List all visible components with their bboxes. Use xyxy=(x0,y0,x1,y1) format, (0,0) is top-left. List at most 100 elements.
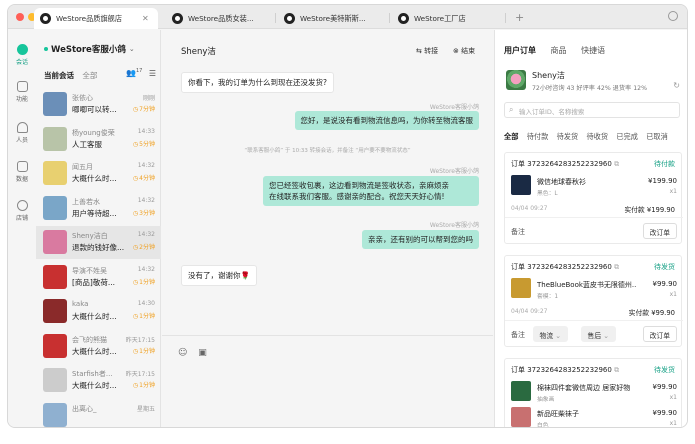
order-tab-pending-payment[interactable]: 待付款 xyxy=(527,132,549,141)
conversation-item[interactable]: 张依心唧唧可以转... 刚刚 7分钟 xyxy=(36,88,161,121)
conversation-item[interactable]: 上善若水用户等待超... 14:32 3分钟 xyxy=(36,192,161,225)
chevron-down-icon: ⌄ xyxy=(555,332,561,340)
order-note-link[interactable]: 备注 xyxy=(511,227,525,237)
order-actions: 备注 改订单 xyxy=(511,223,677,239)
tab-products[interactable]: 商品 xyxy=(551,46,567,55)
avatar xyxy=(43,126,67,151)
after-sales-dropdown[interactable]: 售后 ⌄ xyxy=(580,326,616,342)
tab-store-3[interactable]: WeStore美特斯斯... xyxy=(278,8,388,29)
new-tab-icon[interactable]: + xyxy=(515,11,524,24)
message-time: 14:32 xyxy=(137,162,155,169)
tab-user-orders[interactable]: 用户订单 xyxy=(504,46,536,55)
order-tab-pending-shipment[interactable]: 待发货 xyxy=(557,132,579,141)
tab-store-1[interactable]: WeStore品质旗舰店 ✕ xyxy=(34,8,158,29)
edit-order-button[interactable]: 改订单 xyxy=(642,326,677,342)
contact-name: Sheny洁白 xyxy=(72,232,108,240)
avatar xyxy=(43,230,67,254)
contact-name: 张依心 xyxy=(72,94,93,102)
tab-current-conversations[interactable]: 当前会话 xyxy=(44,71,74,80)
tab-quick-replies[interactable]: 快捷语 xyxy=(581,46,605,55)
chat-panel: Sheny洁 ⇆ 转接 ⊗ 结束 你看下，我的订单为什么到现在还没发货? WeS… xyxy=(162,30,493,427)
conversation-item[interactable]: 出离心_ 星期五 xyxy=(36,399,161,428)
wait-time: 4分钟 xyxy=(133,173,155,182)
transfer-button[interactable]: ⇆ 转接 xyxy=(416,46,438,56)
logistics-dropdown[interactable]: 物流 ⌄ xyxy=(532,326,568,342)
conversation-item[interactable]: Starfish者... 大概什么时... 昨天17:15 1分钟 xyxy=(36,364,161,397)
image-icon[interactable]: ▣ xyxy=(198,348,207,358)
wait-time: 1分钟 xyxy=(133,380,155,389)
close-window-button[interactable] xyxy=(16,13,24,21)
tab-bar: WeStore品质旗舰店 ✕ WeStore品质女装... WeStore美特斯… xyxy=(8,5,687,29)
store-logo-icon xyxy=(172,13,183,24)
nav-item-people[interactable]: 人员 xyxy=(8,122,36,144)
conversation-list: WeStore客服小鸽 ⌄ 当前会话 全部 👥17 ☰ 张依心 唧唧可以转... 刚… xyxy=(36,30,161,428)
tab-store-2[interactable]: WeStore品质女装... xyxy=(166,8,274,29)
order-tab-cancelled[interactable]: 已取消 xyxy=(646,132,668,141)
order-card: 订单 3723264283252232960 ⧉ 待发货 棉袜四件套微信周边 居… xyxy=(504,358,682,427)
order-date: 04/04 09:27 xyxy=(511,308,548,315)
nav-item-chat[interactable]: 会话 xyxy=(8,44,36,66)
order-status: 待发货 xyxy=(654,263,675,271)
order-paid-amount: 实付款 ¥199.90 xyxy=(624,206,675,214)
order-note-link[interactable]: 备注 xyxy=(511,330,525,340)
customer-stats: 72小时咨询 43 好评率 42% 退货率 12% xyxy=(532,85,647,92)
chat-header: Sheny洁 ⇆ 转接 ⊗ 结束 xyxy=(162,30,493,64)
avatar xyxy=(43,92,67,116)
order-tab-all[interactable]: 全部 xyxy=(504,132,518,141)
wait-time: 3分钟 xyxy=(133,208,155,217)
copy-icon[interactable]: ⧉ xyxy=(614,263,619,271)
account-switcher[interactable]: WeStore客服小鸽 ⌄ xyxy=(44,43,135,55)
order-search-input[interactable]: 输入订单ID、名称搜索 xyxy=(504,102,680,118)
wait-time: 1分钟 xyxy=(133,311,155,320)
conversation-item[interactable]: 闻五月大概什么时... 14:32 4分钟 xyxy=(36,157,161,190)
copy-icon[interactable]: ⧉ xyxy=(614,160,619,168)
message-time: 昨天17:15 xyxy=(125,336,155,344)
app-window: WeStore品质旗舰店 ✕ WeStore品质女装... WeStore美特斯… xyxy=(7,4,688,428)
nav-item-store[interactable]: 店铺 xyxy=(8,200,36,222)
message-time: 星期五 xyxy=(136,405,155,413)
wait-time: 5分钟 xyxy=(133,139,155,148)
order-tab-completed[interactable]: 已完成 xyxy=(616,132,638,141)
message-sender: WeStore客服小鸽 xyxy=(429,222,479,229)
message-time: 14:32 xyxy=(137,196,155,204)
refresh-icon[interactable]: ↻ xyxy=(673,81,680,90)
order-item[interactable]: 微信地球春秋衫 黑色：L ¥199.90 x1 xyxy=(511,175,677,199)
last-message: 大概什么时... xyxy=(72,174,117,183)
message-incoming: 你看下，我的订单为什么到现在还没发货? xyxy=(181,72,334,93)
order-paid-amount: 实付款 ¥99.90 xyxy=(628,309,675,317)
customer-name: Sheny洁 xyxy=(532,71,565,80)
settings-icon[interactable] xyxy=(668,11,678,21)
filter-icon[interactable]: ☰ xyxy=(149,69,156,78)
conversation-item[interactable]: Sheny洁白退款的钱好像... 14:32 2分钟 xyxy=(36,226,161,259)
conversation-item[interactable]: 会飞的熊猫大概什么时... 昨天17:15 1分钟 xyxy=(36,330,161,363)
person-icon xyxy=(16,122,28,133)
message-time: 14:32 xyxy=(137,231,155,238)
edit-order-button[interactable]: 改订单 xyxy=(642,223,677,239)
chat-icon xyxy=(16,44,28,55)
emoji-icon[interactable]: ☺ xyxy=(178,348,187,358)
message-time: 昨天17:15 xyxy=(125,371,155,378)
tab-all-conversations[interactable]: 全部 xyxy=(82,71,97,80)
end-chat-button[interactable]: ⊗ 结束 xyxy=(453,46,475,56)
product-thumbnail xyxy=(511,407,531,427)
store-logo-icon xyxy=(398,13,409,24)
order-item[interactable]: 棉袜四件套微信周边 居家好物 抽象画 ¥99.90 x1 xyxy=(511,381,677,405)
chart-icon xyxy=(16,161,28,172)
conversation-item[interactable]: 杨young俊荣人工客服 14:33 5分钟 xyxy=(36,123,161,156)
tab-store-4[interactable]: WeStore工厂店 xyxy=(392,8,502,29)
conversation-item[interactable]: kaka 大概什么时... 14:30 1分钟 xyxy=(36,295,161,328)
nav-item-data[interactable]: 数据 xyxy=(8,161,36,183)
order-tab-pending-receipt[interactable]: 待收货 xyxy=(586,132,608,141)
message-incoming: 没有了，谢谢你🌹 xyxy=(181,265,257,286)
copy-icon[interactable]: ⧉ xyxy=(614,366,619,374)
contacts-icon[interactable]: 👥 xyxy=(126,69,136,78)
conversation-item[interactable]: 导演不姓吴 [商品]敬荷... 14:32 1分钟 xyxy=(36,261,161,294)
chat-title: Sheny洁 xyxy=(181,47,216,57)
order-item[interactable]: 新品旺柴袜子 白色 ¥99.90 x1 xyxy=(511,407,677,427)
conversation-tabs: 当前会话 全部 xyxy=(44,70,103,81)
order-item[interactable]: TheBlueBook蓝皮书无限德州... 套模：1 ¥99.90 x1 xyxy=(511,278,677,302)
contact-name: 出离心_ xyxy=(72,404,97,413)
nav-item-function[interactable]: 功能 xyxy=(8,81,36,103)
close-tab-icon[interactable]: ✕ xyxy=(142,14,149,23)
contacts-badge: 17 xyxy=(135,68,143,74)
